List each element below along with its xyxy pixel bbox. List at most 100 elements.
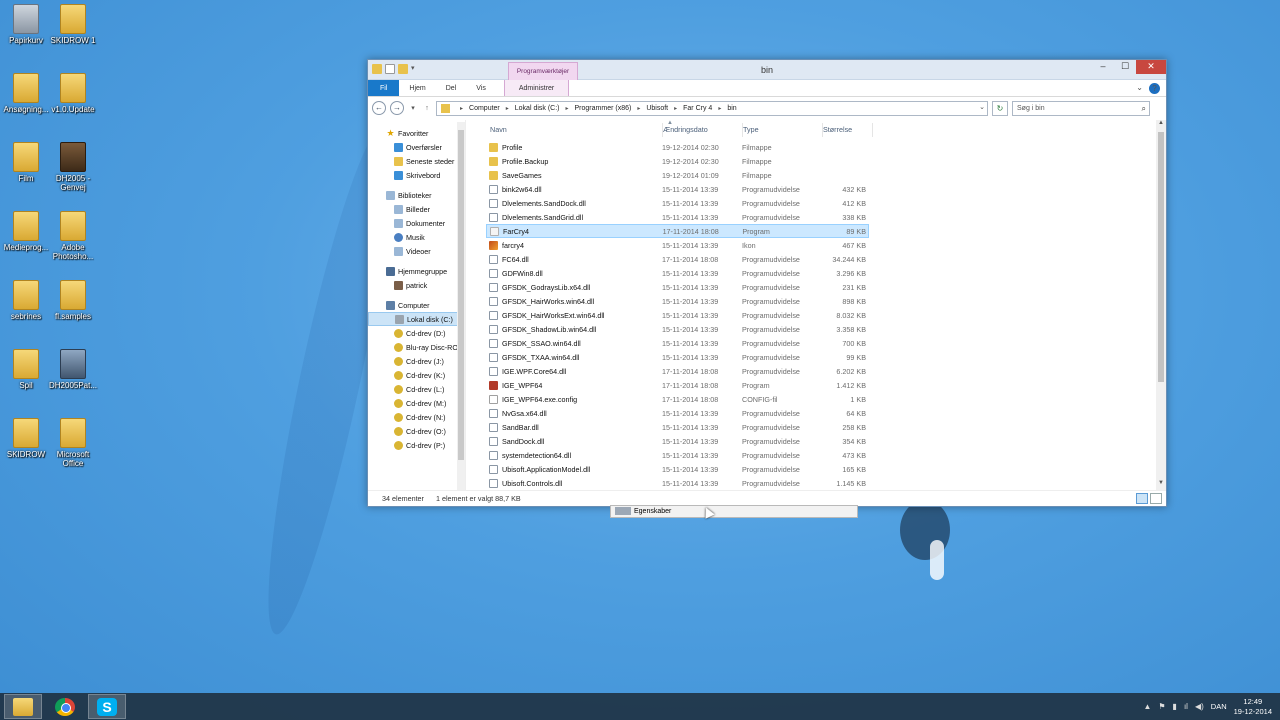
taskbar-chrome-button[interactable] [46, 694, 84, 719]
tab-share[interactable]: Del [436, 80, 467, 96]
breadcrumb-computer[interactable]: Computer [469, 105, 500, 112]
title-bar[interactable]: ▾ Programværktøjer bin – ☐ ✕ [368, 60, 1166, 80]
nav-item-library-1[interactable]: Dokumenter [368, 216, 465, 230]
desktop-icon-fl-samples[interactable]: fl.samples [47, 280, 99, 321]
maximize-button[interactable]: ☐ [1114, 60, 1136, 74]
file-row[interactable]: systemdetection64.dll 15-11-2014 13:39 Pro… [486, 448, 869, 462]
nav-scroll-thumb[interactable] [458, 130, 464, 460]
desktop-icon-dh2005[interactable]: DH2005 - Genvej [47, 142, 99, 192]
breadcrumb-far-cry-4[interactable]: Far Cry 4 [683, 105, 712, 112]
close-button[interactable]: ✕ [1136, 60, 1166, 74]
file-row[interactable]: Dlvelements.SandDock.dll 15-11-2014 13:39… [486, 196, 869, 210]
file-row[interactable]: Profile.Backup 19-12-2014 02:30 Filmappe [486, 154, 869, 168]
file-row[interactable]: Dlvelements.SandGrid.dll 15-11-2014 13:39… [486, 210, 869, 224]
breadcrumb-ubisoft[interactable]: Ubisoft [646, 105, 668, 112]
file-row[interactable]: bink2w64.dll 15-11-2014 13:39 Programudvid… [486, 182, 869, 196]
file-row[interactable]: GDFWin8.dll 15-11-2014 13:39 Programudvide… [486, 266, 869, 280]
nav-item-drive-7[interactable]: Cd-drev (N:) [368, 410, 465, 424]
column-name[interactable]: Navn [490, 123, 663, 137]
tab-manage[interactable]: Administrer [503, 80, 570, 96]
nav-item-homegroup-user[interactable]: patrick [368, 278, 465, 292]
file-row[interactable]: farcry4 15-11-2014 13:39 Ikon 467 KB [486, 238, 869, 252]
up-button[interactable]: ↑ [422, 105, 432, 112]
file-row[interactable]: IGE_WPF64 17-11-2014 18:08 Program 1.412 KB [486, 378, 869, 392]
file-row[interactable]: GFSDK_SSAO.win64.dll 15-11-2014 13:39 Prog… [486, 336, 869, 350]
nav-libraries[interactable]: Biblioteker [368, 188, 465, 202]
desktop-icon-dh2005-patch[interactable]: DH2005Pat... [47, 349, 99, 390]
nav-item-favorite-1[interactable]: Seneste steder [368, 154, 465, 168]
nav-scrollbar[interactable] [457, 122, 465, 490]
signal-icon[interactable]: ıl [1184, 702, 1188, 711]
file-row[interactable]: GFSDK_HairWorksExt.win64.dll 15-11-2014 1… [486, 308, 869, 322]
desktop-icon-ansogning[interactable]: Ansøgning... [0, 73, 52, 114]
file-row[interactable]: Profile 19-12-2014 02:30 Filmappe [486, 140, 869, 154]
file-row[interactable]: NvGsa.x64.dll 15-11-2014 13:39 Programudvi… [486, 406, 869, 420]
nav-item-drive-5[interactable]: Cd-drev (L:) [368, 382, 465, 396]
file-list-scrollbar[interactable]: ▲ ▼ [1156, 120, 1166, 490]
file-row[interactable]: SaveGames 19-12-2014 01:09 Filmappe [486, 168, 869, 182]
forward-button[interactable]: → [390, 101, 404, 115]
desktop-icon-recycle-bin[interactable]: Papirkurv [0, 4, 52, 45]
file-row[interactable]: FarCry4 17-11-2014 18:08 Program 89 KB [486, 224, 869, 238]
nav-item-library-0[interactable]: Billeder [368, 202, 465, 216]
nav-computer[interactable]: Computer [368, 298, 465, 312]
column-date[interactable]: Ændringsdato [663, 123, 743, 137]
nav-item-drive-4[interactable]: Cd-drev (K:) [368, 368, 465, 382]
tab-home[interactable]: Hjem [399, 80, 435, 96]
file-row[interactable]: GFSDK_TXAA.win64.dll 15-11-2014 13:39 Prog… [486, 350, 869, 364]
file-row[interactable]: GFSDK_HairWorks.win64.dll 15-11-2014 13:3… [486, 294, 869, 308]
tab-view[interactable]: Vis [466, 80, 496, 96]
volume-icon[interactable]: ◀) [1195, 702, 1204, 711]
nav-item-favorite-0[interactable]: Overførsler [368, 140, 465, 154]
desktop-icon-microsoft-office[interactable]: Microsoft Office [47, 418, 99, 468]
network-icon[interactable]: ▮ [1173, 702, 1177, 711]
desktop-icon-skidrow[interactable]: SKIDROW [0, 418, 52, 459]
file-row[interactable]: SandBar.dll 15-11-2014 13:39 Programudvide… [486, 420, 869, 434]
nav-item-drive-8[interactable]: Cd-drev (O:) [368, 424, 465, 438]
help-icon[interactable]: ? [1149, 83, 1160, 94]
taskbar-explorer-button[interactable] [4, 694, 42, 719]
scroll-down-icon[interactable]: ▼ [1156, 480, 1166, 490]
search-input[interactable]: Søg i bin ⌕ [1012, 100, 1150, 116]
refresh-button[interactable]: ↻ [992, 100, 1008, 116]
scroll-up-icon[interactable]: ▲ [1156, 120, 1166, 130]
action-center-flag-icon[interactable]: ⚑ [1158, 702, 1165, 711]
taskbar-skype-button[interactable]: S [88, 694, 126, 719]
back-button[interactable]: ← [372, 101, 386, 115]
column-size[interactable]: Størrelse [823, 123, 873, 137]
nav-item-drive-0[interactable]: Lokal disk (C:) [368, 312, 465, 326]
desktop-icon-update[interactable]: v1.0.Update [47, 73, 99, 114]
file-row[interactable]: GFSDK_ShadowLib.win64.dll 15-11-2014 13:3… [486, 322, 869, 336]
nav-homegroup[interactable]: Hjemmegruppe [368, 264, 465, 278]
desktop-icon-skidrow-1[interactable]: SKIDROW 1 [47, 4, 99, 45]
minimize-button[interactable]: – [1092, 60, 1114, 74]
tab-file[interactable]: Fil [368, 80, 400, 96]
nav-item-library-3[interactable]: Videoer [368, 244, 465, 258]
breadcrumb-bin[interactable]: bin [727, 105, 736, 112]
nav-item-drive-9[interactable]: Cd-drev (P:) [368, 438, 465, 452]
nav-item-drive-3[interactable]: Cd-drev (J:) [368, 354, 465, 368]
file-row[interactable]: IGE_WPF64.exe.config 17-11-2014 18:08 CONF… [486, 392, 869, 406]
language-indicator[interactable]: DAN [1211, 702, 1227, 711]
nav-item-drive-2[interactable]: Blu-ray Disc-ROM [368, 340, 465, 354]
nav-item-library-2[interactable]: Musik [368, 230, 465, 244]
clock[interactable]: 12:49 19-12-2014 [1234, 697, 1272, 717]
file-row[interactable]: Ubisoft.Controls.dll 15-11-2014 13:39 Prog… [486, 476, 869, 490]
breadcrumb-program-files[interactable]: Programmer (x86) [575, 105, 632, 112]
desktop-icon-spil[interactable]: Spil [0, 349, 52, 390]
nav-item-drive-1[interactable]: Cd-drev (D:) [368, 326, 465, 340]
desktop-icon-medieprog[interactable]: Medieprog... [0, 211, 52, 252]
desktop-icon-sebrines[interactable]: sebrines [0, 280, 52, 321]
breadcrumb-local-disk[interactable]: Lokal disk (C:) [515, 105, 560, 112]
desktop-icon-film[interactable]: Film [0, 142, 52, 183]
file-row[interactable]: FC64.dll 17-11-2014 18:08 Programudvidelse… [486, 252, 869, 266]
nav-item-drive-6[interactable]: Cd-drev (M:) [368, 396, 465, 410]
details-view-icon[interactable] [1136, 493, 1148, 504]
recent-locations-icon[interactable]: ▾ [408, 104, 418, 112]
nav-item-favorite-2[interactable]: Skrivebord [368, 168, 465, 182]
large-icons-view-icon[interactable] [1150, 493, 1162, 504]
column-type[interactable]: Type [743, 123, 823, 137]
file-row[interactable]: Ubisoft.ApplicationModel.dll 15-11-2014 1… [486, 462, 869, 476]
expand-ribbon-icon[interactable]: ⌄ [1136, 83, 1143, 94]
file-row[interactable]: SandDock.dll 15-11-2014 13:39 Programudvid… [486, 434, 869, 448]
